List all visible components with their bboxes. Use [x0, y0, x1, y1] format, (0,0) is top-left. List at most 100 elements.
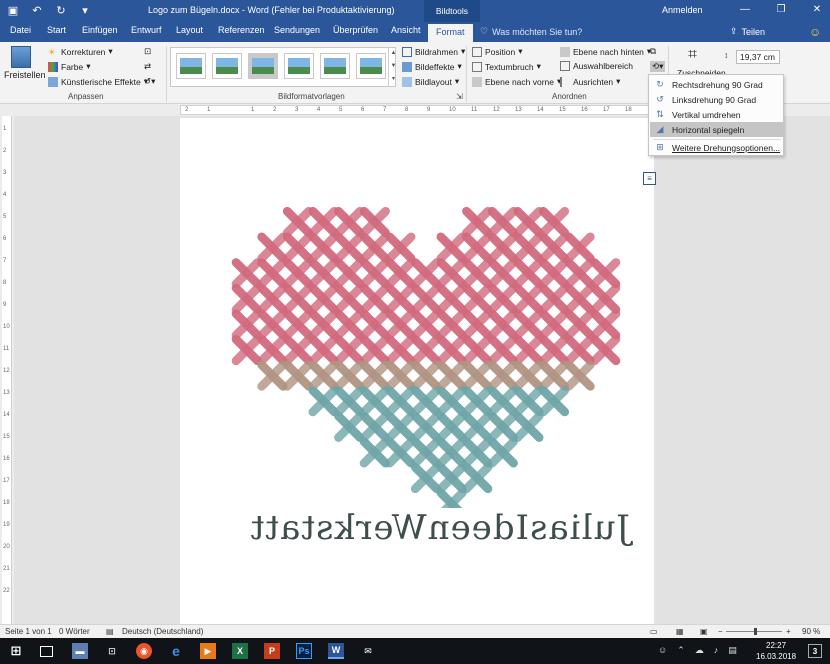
- compress-pictures-icon[interactable]: ⊡: [144, 46, 151, 57]
- edge-icon[interactable]: e: [168, 643, 184, 659]
- cross-stitch: [564, 232, 595, 263]
- tab-sendungen[interactable]: Sendungen: [274, 25, 320, 35]
- file-explorer-icon[interactable]: ▬: [72, 643, 88, 659]
- menu-item-more-rotation[interactable]: ⊞ Weitere Drehungsoptionen...: [650, 140, 783, 155]
- picture-style-5[interactable]: [320, 53, 350, 79]
- height-field[interactable]: 19,37 cm: [736, 50, 780, 64]
- tab-datei[interactable]: Datei: [10, 25, 31, 35]
- menu-item-flip-horizontal[interactable]: ◢ Horizontal spiegeln: [650, 122, 783, 137]
- crop-icon[interactable]: ⌗: [688, 46, 697, 64]
- bildeffekte-button[interactable]: Bildeffekte ▾: [402, 61, 462, 72]
- proofing-icon[interactable]: ▤: [106, 627, 114, 636]
- volume-icon[interactable]: ♪: [714, 645, 719, 656]
- customize-qat-icon[interactable]: ▾: [78, 3, 92, 17]
- clock[interactable]: 22:27 16.03.2018: [756, 640, 796, 662]
- powerpoint-icon[interactable]: P: [264, 643, 280, 659]
- tab-layout[interactable]: Layout: [176, 25, 203, 35]
- tab-referenzen[interactable]: Referenzen: [218, 25, 265, 35]
- freistellen-button[interactable]: Freistellen: [4, 46, 46, 80]
- photoshop-icon[interactable]: Ps: [296, 643, 312, 659]
- ebene-nach-vorne-button[interactable]: Ebene nach vorne ▾: [472, 76, 561, 87]
- gallery-down-icon[interactable]: ▼: [389, 60, 398, 73]
- picture-style-4[interactable]: [284, 53, 314, 79]
- gallery-up-icon[interactable]: ▲: [389, 47, 398, 60]
- ruler-tick: 5: [339, 107, 343, 113]
- textumbruch-button[interactable]: Textumbruch ▾: [472, 61, 541, 72]
- dialog-launcher-icon[interactable]: ⇲: [456, 92, 463, 101]
- tell-me-box[interactable]: ♡ Was möchten Sie tun?: [480, 26, 582, 37]
- tab-ansicht[interactable]: Ansicht: [391, 25, 421, 35]
- sign-in-link[interactable]: Anmelden: [662, 5, 703, 15]
- cross-stitch-heart-image[interactable]: [180, 118, 654, 508]
- print-layout-icon[interactable]: ▦: [676, 627, 684, 636]
- menu-item-rotate-right[interactable]: ↻ Rechtsdrehung 90 Grad: [650, 77, 783, 92]
- undo-icon[interactable]: ↶: [30, 3, 44, 17]
- farbe-button[interactable]: Farbe ▾: [48, 61, 91, 72]
- cross-stitch: [308, 258, 339, 289]
- bildrahmen-button[interactable]: Bildrahmen ▾: [402, 46, 465, 57]
- media-player-icon[interactable]: ▶: [200, 643, 216, 659]
- mail-icon[interactable]: ✉: [360, 643, 376, 659]
- vertical-ruler[interactable]: 1 2 3 4 5 6 7 8 9 10 11 12 13 14 15 16 17 18 19 20 21 22: [2, 116, 12, 626]
- group-objects-icon[interactable]: ⧉: [650, 46, 656, 57]
- minimize-button[interactable]: —: [738, 3, 752, 17]
- zoom-in-button[interactable]: +: [786, 627, 791, 636]
- gallery-scroll[interactable]: ▲ ▼ ▾: [388, 47, 398, 87]
- cross-stitch: [462, 411, 493, 442]
- zoom-level[interactable]: 90 %: [802, 627, 820, 636]
- position-button[interactable]: Position ▾: [472, 46, 523, 57]
- people-icon[interactable]: ☺: [658, 645, 667, 656]
- zoom-slider-knob[interactable]: [754, 628, 757, 635]
- web-layout-icon[interactable]: ▣: [700, 627, 708, 636]
- zoom-slider[interactable]: [726, 628, 782, 635]
- ebene-nach-hinten-button[interactable]: Ebene nach hinten ▾: [560, 46, 651, 57]
- read-mode-icon[interactable]: ▭: [650, 627, 658, 636]
- feedback-smiley-icon[interactable]: ☺: [809, 25, 821, 39]
- word-icon[interactable]: W: [328, 643, 344, 659]
- network-icon[interactable]: ▤: [728, 645, 737, 656]
- notification-center-icon[interactable]: 3: [808, 644, 822, 658]
- tab-einfuegen[interactable]: Einfügen: [82, 25, 118, 35]
- word-count[interactable]: 0 Wörter: [59, 627, 90, 636]
- cross-stitch: [308, 206, 339, 238]
- horizontal-ruler[interactable]: 2 1 1 2 3 4 5 6 7 8 9 10 11 12 13 14 15 16 17 18: [180, 105, 654, 115]
- restore-button[interactable]: ❐: [774, 3, 788, 17]
- layout-options-icon[interactable]: ≡: [643, 172, 656, 185]
- cross-stitch: [462, 334, 493, 366]
- page-count[interactable]: Seite 1 von 1: [5, 627, 52, 636]
- redo-icon[interactable]: ↻: [54, 3, 68, 17]
- tab-ueberpruefen[interactable]: Überprüfen: [333, 25, 378, 35]
- gallery-more-icon[interactable]: ▾: [389, 73, 398, 86]
- tab-start[interactable]: Start: [47, 25, 66, 35]
- store-icon[interactable]: ⊡: [104, 643, 120, 659]
- windows-start-icon[interactable]: ⊞: [8, 643, 24, 659]
- zoom-out-button[interactable]: −: [718, 627, 723, 636]
- cross-stitch: [538, 309, 570, 340]
- onedrive-icon[interactable]: ☁: [695, 645, 704, 656]
- tab-format[interactable]: Format: [428, 24, 473, 42]
- picture-style-2[interactable]: [212, 53, 242, 79]
- picture-style-3[interactable]: [248, 53, 278, 79]
- cross-stitch: [436, 258, 467, 289]
- tab-entwurf[interactable]: Entwurf: [131, 25, 162, 35]
- ausrichten-button[interactable]: Ausrichten ▾: [560, 76, 620, 87]
- auswahlbereich-button[interactable]: Auswahlbereich: [560, 61, 633, 71]
- menu-item-rotate-left[interactable]: ↺ Linksdrehung 90 Grad: [650, 92, 783, 107]
- show-hidden-icons-icon[interactable]: ⌃: [677, 645, 685, 656]
- firefox-icon[interactable]: ◉: [136, 643, 152, 659]
- kuenstlerische-effekte-button[interactable]: Künstlerische Effekte ▾: [48, 76, 148, 87]
- picture-style-6[interactable]: [356, 53, 386, 79]
- language-indicator[interactable]: Deutsch (Deutschland): [122, 627, 203, 636]
- change-picture-icon[interactable]: ⇄: [144, 61, 151, 72]
- task-view-icon[interactable]: [40, 646, 53, 657]
- close-button[interactable]: ✕: [810, 3, 824, 17]
- picture-style-1[interactable]: [176, 53, 206, 79]
- bildlayout-button[interactable]: Bildlayout ▾: [402, 76, 459, 87]
- save-icon[interactable]: ▣: [6, 3, 20, 17]
- korrekturen-button[interactable]: ☀ Korrekturen ▾: [48, 46, 113, 57]
- share-button[interactable]: ⇪ Teilen: [730, 26, 765, 37]
- reset-picture-icon[interactable]: ↺▾: [144, 76, 155, 87]
- excel-icon[interactable]: X: [232, 643, 248, 659]
- rotate-button[interactable]: ⟲▾: [650, 61, 666, 72]
- menu-item-flip-vertical[interactable]: ⇅ Vertikal umdrehen: [650, 107, 783, 122]
